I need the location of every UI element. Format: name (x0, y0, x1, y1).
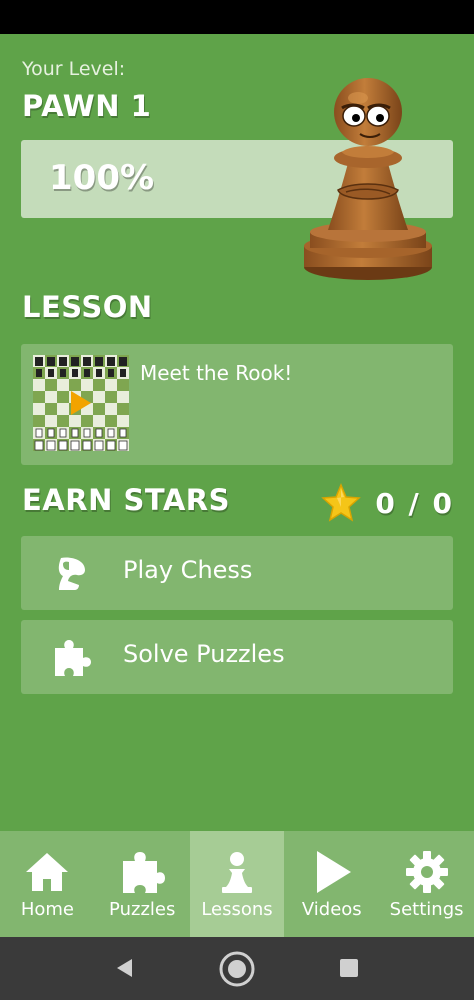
solve-puzzles-button[interactable]: Solve Puzzles (21, 620, 453, 694)
chessboard-thumbnail-icon (33, 355, 129, 451)
play-icon (316, 851, 351, 893)
bottom-nav: Home Puzzles Lessons Videos Settings (0, 831, 474, 937)
nav-lessons[interactable]: Lessons (189, 831, 285, 937)
gear-icon (405, 851, 448, 893)
level-label: Your Level: (22, 58, 126, 80)
earn-stars-title: EARN STARS (22, 483, 231, 517)
home-circle-icon[interactable] (218, 950, 256, 988)
knight-icon (58, 557, 85, 590)
nav-home-label: Home (20, 899, 74, 920)
nav-lessons-label: Lessons (201, 899, 273, 920)
star-icon (321, 483, 362, 522)
play-chess-label: Play Chess (123, 556, 253, 584)
nav-settings[interactable]: Settings (379, 831, 474, 937)
stars-count: 0 / 0 (375, 486, 454, 520)
pawn-icon (221, 852, 252, 893)
puzzle-icon (55, 640, 91, 676)
home-icon (26, 853, 69, 891)
solve-puzzles-label: Solve Puzzles (123, 640, 285, 668)
lesson-card[interactable]: Meet the Rook! (21, 344, 453, 465)
lesson-title: Meet the Rook! (140, 361, 293, 385)
status-bar (0, 0, 474, 34)
pawn-mascot-icon (304, 78, 432, 280)
main-content: Your Level: PAWN 1 100% LESSON Meet the … (0, 34, 474, 831)
nav-puzzles[interactable]: Puzzles (95, 831, 190, 937)
nav-videos-label: Videos (301, 899, 362, 920)
stars-counter: 0 / 0 (321, 483, 454, 523)
back-icon[interactable] (114, 957, 136, 979)
lesson-section-title: LESSON (22, 290, 153, 324)
nav-videos[interactable]: Videos (284, 831, 379, 937)
progress-text: 100% (49, 158, 155, 198)
level-name: PAWN 1 (22, 89, 152, 123)
nav-puzzles-label: Puzzles (109, 899, 176, 920)
nav-settings-label: Settings (389, 899, 464, 920)
system-nav-bar (0, 937, 474, 1000)
recents-icon[interactable] (340, 959, 358, 977)
puzzle-icon (123, 852, 166, 893)
play-chess-button[interactable]: Play Chess (21, 536, 453, 610)
nav-home[interactable]: Home (0, 831, 95, 937)
